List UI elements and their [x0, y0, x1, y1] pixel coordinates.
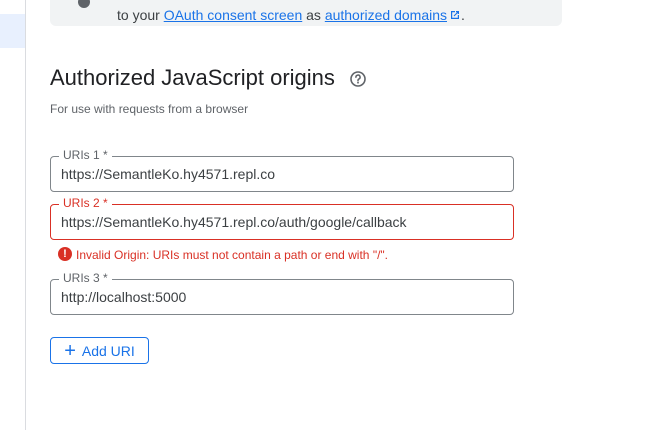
section-title: Authorized JavaScript origins [50, 65, 335, 90]
uri-field-2-label: URIs 2 * [59, 196, 112, 210]
banner-text-middle: as [306, 7, 321, 23]
uri-field-3-label: URIs 3 * [59, 271, 112, 285]
authorized-domains-link[interactable]: authorized domains [325, 7, 461, 23]
uri-field-2: URIs 2 * [50, 196, 514, 240]
help-circle-icon[interactable] [349, 70, 367, 88]
add-uri-label: Add URI [81, 342, 135, 359]
side-navigation [0, 0, 26, 430]
uri-field-1: URIs 1 * [50, 148, 514, 192]
section-subtitle: For use with requests from a browser [50, 102, 249, 116]
authorized-domains-link-label: authorized domains [324, 7, 447, 23]
info-icon [78, 0, 90, 8]
info-banner: to your OAuth consent screen as authoriz… [50, 0, 562, 26]
error-message-text: Invalid Origin: URIs must not contain a … [76, 248, 388, 262]
uri-input-3[interactable] [61, 288, 501, 306]
sidenav-active-item[interactable] [0, 14, 25, 48]
uri-field-1-label: URIs 1 * [59, 148, 112, 162]
add-uri-button[interactable]: + Add URI [50, 337, 149, 364]
uri-input-1[interactable] [61, 165, 501, 183]
uri-input-2[interactable] [61, 213, 501, 231]
uri-field-3: URIs 3 * [50, 271, 514, 315]
banner-text-prefix: to your [117, 7, 160, 23]
banner-text-suffix: . [461, 7, 465, 23]
error-icon: ! [58, 247, 72, 261]
plus-icon: + [64, 339, 76, 362]
oauth-consent-screen-link[interactable]: OAuth consent screen [164, 7, 303, 23]
info-banner-text: to your OAuth consent screen as authoriz… [117, 6, 465, 24]
external-link-icon [451, 11, 459, 19]
